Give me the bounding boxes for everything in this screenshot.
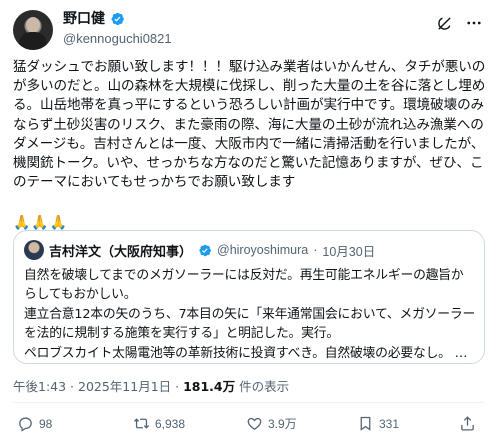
share-button[interactable]: [459, 415, 476, 432]
like-count: 3.9万: [268, 417, 297, 431]
quoted-avatar: [24, 240, 44, 260]
quoted-separator: ·: [313, 243, 318, 257]
tweet-header: 野口健 @kennoguchi0821: [13, 8, 485, 50]
author-block: 野口健 @kennoguchi0821: [63, 10, 172, 48]
heart-icon: [247, 417, 262, 430]
share-icon: [461, 416, 474, 431]
tweet-timestamp: 午後1:43 · 2025年11月1日 · 181.4万 件の表示: [13, 376, 289, 395]
action-bar: 98 6,938 3.9万 331: [13, 411, 485, 439]
divider: [13, 402, 485, 403]
tweet-text: 猛ダッシュでお願い致します！！！駆け込み業者はいかんせん、タチが悪いのが多いのだ…: [13, 59, 486, 191]
time-text[interactable]: 午後1:43 · 2025年11月1日 ·: [13, 379, 183, 394]
views-label: 件の表示: [235, 379, 290, 394]
retweet-count: 6,938: [155, 416, 186, 431]
verified-badge-icon: [199, 244, 211, 256]
bookmark-button[interactable]: 331: [357, 415, 399, 432]
quoted-handle: @hiroyoshimura: [217, 243, 309, 257]
quoted-text: 自然を破壊してまでのメガソーラーには反対だ。再生可能エネルギーの趣旨からしてもお…: [24, 268, 476, 361]
quoted-display-name: 吉村洋文（大阪府知事）: [49, 244, 193, 260]
more-icon[interactable]: [465, 14, 483, 32]
verified-badge-icon: [111, 12, 124, 26]
author-display-name[interactable]: 野口健: [63, 10, 105, 28]
reply-button[interactable]: 98: [17, 415, 52, 432]
quoted-tweet[interactable]: 吉村洋文（大阪府知事） @hiroyoshimura · 10月30日 自然を破…: [13, 230, 485, 364]
retweet-icon: [133, 418, 150, 429]
quoted-tweet-header: 吉村洋文（大阪府知事） @hiroyoshimura · 10月30日: [24, 240, 375, 260]
like-button[interactable]: 3.9万: [246, 415, 297, 432]
reply-count: 98: [39, 416, 53, 431]
views-count: 181.4万: [183, 379, 236, 394]
grok-icon[interactable]: [435, 14, 453, 32]
avatar[interactable]: [13, 10, 53, 50]
bookmark-icon: [360, 416, 371, 431]
reply-icon: [19, 417, 32, 432]
author-handle[interactable]: @kennoguchi0821: [63, 30, 172, 48]
retweet-button[interactable]: 6,938: [133, 415, 185, 432]
bookmark-count: 331: [379, 416, 400, 431]
quoted-date: 10月30日: [322, 244, 376, 259]
